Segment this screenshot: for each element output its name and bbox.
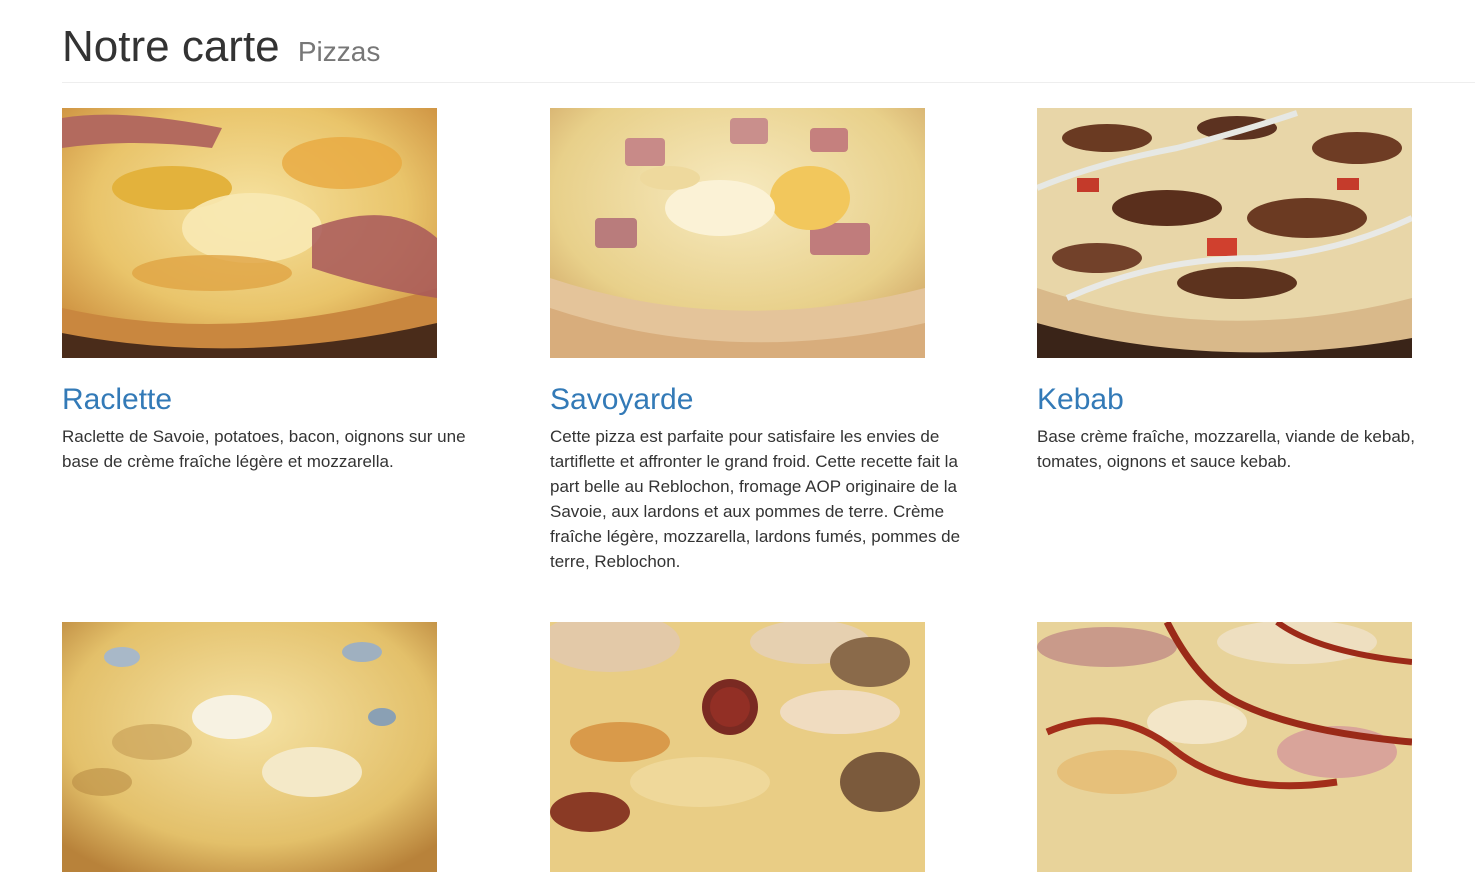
pizza-image-raclette[interactable] (62, 108, 437, 358)
pizza-image-bbq-chicken[interactable] (1037, 622, 1412, 872)
pizza-card-savoyarde: Savoyarde Cette pizza est parfaite pour … (550, 108, 975, 574)
pizza-image-four-cheese[interactable] (62, 622, 437, 872)
pizza-title[interactable]: Kebab (1037, 382, 1462, 418)
page-header: Notre carte Pizzas (62, 18, 1475, 83)
pizza-image-chorizo-chicken[interactable] (550, 622, 925, 872)
pizza-image-kebab[interactable] (1037, 108, 1412, 358)
pizza-description: Raclette de Savoie, potatoes, bacon, oig… (62, 427, 466, 471)
pizza-card-raclette: Raclette Raclette de Savoie, potatoes, b… (62, 108, 487, 474)
pizza-description: Cette pizza est parfaite pour satisfaire… (550, 427, 961, 571)
page-title-text: Notre carte (62, 22, 280, 71)
pizza-card-5 (550, 622, 975, 872)
pizza-description: Base crème fraîche, mozzarella, viande d… (1037, 427, 1415, 471)
pizza-title[interactable]: Raclette (62, 382, 487, 418)
pizza-card-kebab: Kebab Base crème fraîche, mozzarella, vi… (1037, 108, 1462, 474)
pizza-title[interactable]: Savoyarde (550, 382, 975, 418)
pizza-card-4 (62, 622, 487, 872)
pizza-image-savoyarde[interactable] (550, 108, 925, 358)
page-title: Notre carte Pizzas (62, 18, 1475, 81)
page-subtitle: Pizzas (297, 36, 381, 67)
pizza-card-6 (1037, 622, 1462, 872)
